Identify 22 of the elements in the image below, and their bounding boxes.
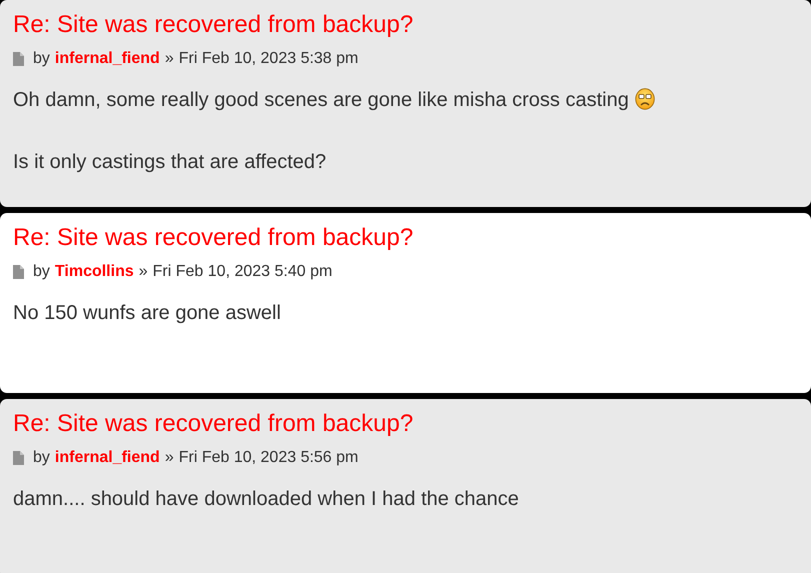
byline-label: by: [33, 448, 50, 468]
separator: »: [164, 448, 174, 468]
author-link[interactable]: infernal_fiend: [54, 47, 160, 71]
file-icon: [13, 451, 24, 465]
post-date: Fri Feb 10, 2023 5:56 pm: [178, 448, 358, 468]
post-date: Fri Feb 10, 2023 5:38 pm: [178, 49, 358, 69]
post-title[interactable]: Re: Site was recovered from backup?: [13, 223, 798, 253]
post-text: Is it only castings that are affected?: [13, 150, 326, 175]
post-text: damn.... should have downloaded when I had the chance: [13, 487, 519, 512]
separator: »: [138, 262, 148, 282]
byline-label: by: [33, 49, 50, 69]
file-icon: [13, 265, 24, 279]
post-date: Fri Feb 10, 2023 5:40 pm: [152, 262, 332, 282]
byline-label: by: [33, 262, 50, 282]
post-text: No 150 wunfs are gone aswell: [13, 301, 281, 326]
file-icon: [13, 52, 24, 66]
post-text: Oh damn, some really good scenes are gone like misha cross casting: [13, 88, 629, 113]
separator: »: [164, 49, 174, 69]
post-title[interactable]: Re: Site was recovered from backup?: [13, 409, 798, 439]
author-link[interactable]: infernal_fiend: [54, 446, 160, 470]
author-link[interactable]: Timcollins: [54, 260, 134, 284]
post-title[interactable]: Re: Site was recovered from backup?: [13, 10, 798, 40]
